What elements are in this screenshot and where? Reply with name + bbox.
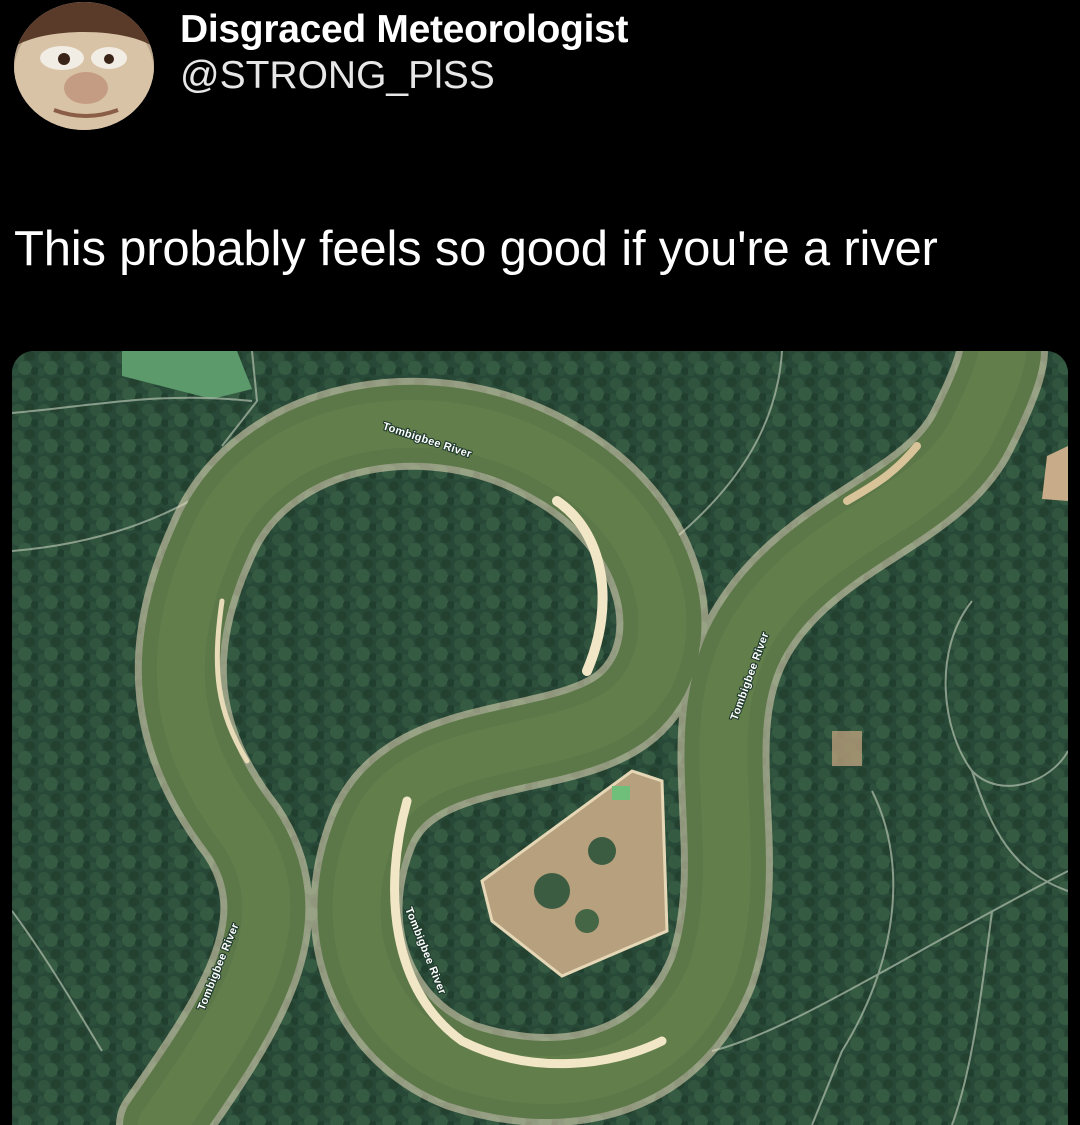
tweet-media-image[interactable]: Tombigbee River Tombigbee River Tombigbe… xyxy=(12,351,1068,1125)
avatar[interactable] xyxy=(14,2,154,130)
tweet-text: This probably feels so good if you're a … xyxy=(14,222,938,276)
display-name[interactable]: Disgraced Meteorologist xyxy=(180,6,629,54)
tweet-author[interactable]: Disgraced Meteorologist @STRONG_PlSS xyxy=(180,6,629,100)
gremlin-face-avatar-icon xyxy=(14,2,154,130)
river-satellite-map: Tombigbee River Tombigbee River Tombigbe… xyxy=(12,351,1068,1125)
user-handle[interactable]: @STRONG_PlSS xyxy=(180,52,628,100)
